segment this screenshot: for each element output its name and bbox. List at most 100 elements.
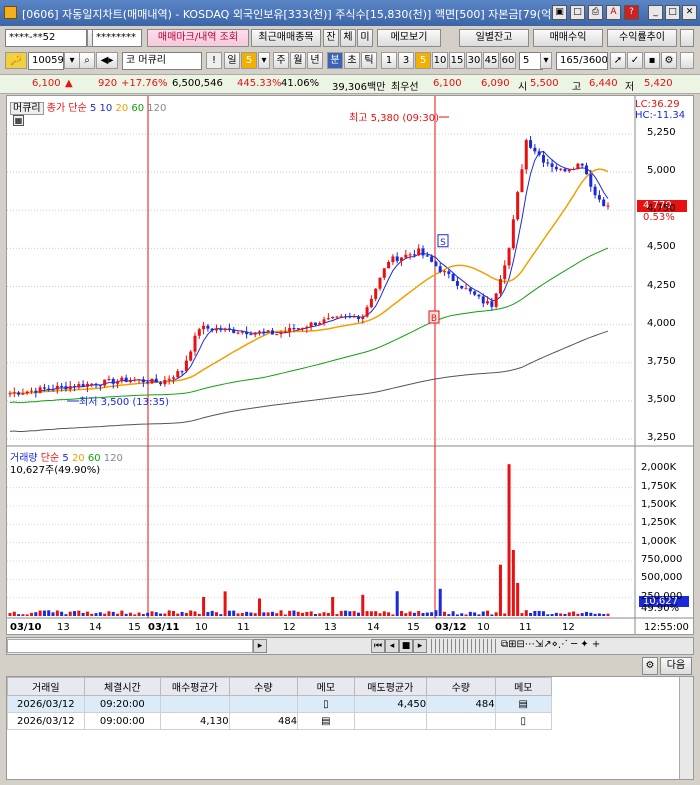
- candle-body: [593, 186, 597, 196]
- high-note: 최고 5,380 (09:30): [349, 113, 440, 124]
- recent-trades-button[interactable]: 최근매매종목: [251, 29, 321, 47]
- scrollbar-track[interactable]: [7, 639, 253, 653]
- password-field[interactable]: ********: [92, 29, 142, 47]
- stop-icon[interactable]: ■: [399, 639, 413, 653]
- candle-body: [356, 316, 360, 319]
- candle-body: [85, 383, 89, 387]
- candle-body: [21, 393, 25, 395]
- search-icon[interactable]: ⌕: [79, 52, 95, 69]
- check-icon[interactable]: ✓: [627, 52, 643, 69]
- volume-tick: 250,000: [641, 590, 683, 602]
- pin-icon[interactable]: ▣: [552, 5, 567, 20]
- minimize-button[interactable]: _: [648, 5, 663, 20]
- close-button[interactable]: ✕: [682, 5, 697, 20]
- candle-body: [270, 330, 274, 335]
- minute-30[interactable]: 30: [466, 52, 482, 69]
- minute-3[interactable]: 3: [398, 52, 414, 69]
- buy-mark-label: B: [431, 314, 437, 324]
- stock-code-input[interactable]: 100590: [28, 52, 64, 70]
- candle-body: [279, 332, 283, 335]
- memo-edit-icon[interactable]: ▤: [297, 712, 355, 730]
- zoom-slider[interactable]: [431, 639, 497, 653]
- volume-bar: [120, 610, 124, 616]
- grid-toggle-icon[interactable]: ▦: [13, 115, 24, 126]
- candle-body: [606, 205, 610, 207]
- table-row[interactable]: 2026/03/12 09:00:00 4,130 484 ▤ ▯: [7, 712, 553, 730]
- volume-bar: [249, 612, 253, 616]
- minute-5[interactable]: 5: [415, 52, 431, 69]
- font-icon[interactable]: A: [606, 5, 621, 20]
- print-icon[interactable]: ⎙: [588, 5, 603, 20]
- minute-1[interactable]: 1: [381, 52, 397, 69]
- period-year[interactable]: 년: [307, 52, 323, 69]
- data-count-field[interactable]: 165/3600: [556, 52, 608, 70]
- interval-dropdown-icon[interactable]: ▾: [540, 52, 552, 69]
- table-settings-icon[interactable]: ⚙: [642, 657, 658, 675]
- memo-doc-icon[interactable]: ▯: [297, 695, 355, 713]
- memo-doc-icon[interactable]: ▯: [494, 712, 553, 730]
- tab-che[interactable]: 체: [340, 29, 356, 47]
- minute-45[interactable]: 45: [483, 52, 499, 69]
- prev-icon[interactable]: ◂: [385, 639, 399, 653]
- candle-body: [520, 169, 524, 193]
- x-tick: 11: [237, 622, 250, 633]
- x-tick: 12: [283, 622, 296, 633]
- alert-icon[interactable]: !: [206, 52, 222, 69]
- table-row[interactable]: 2026/03/12 09:20:00 ▯ 4,450 484 ▤: [7, 695, 553, 713]
- x-tick: 10: [477, 622, 490, 633]
- help-icon[interactable]: ?: [624, 5, 639, 20]
- period-month[interactable]: 월: [290, 52, 306, 69]
- window-icon[interactable]: □: [570, 5, 585, 20]
- period-day[interactable]: 일: [224, 52, 240, 69]
- next-page-button[interactable]: 다음: [660, 657, 692, 675]
- candle-body: [378, 277, 382, 289]
- trade-profit-button[interactable]: 매매수익: [533, 29, 603, 47]
- tab-jan[interactable]: 잔: [323, 29, 339, 47]
- volume-bar: [473, 612, 477, 616]
- code-dropdown-icon[interactable]: ▾: [64, 52, 80, 69]
- period-dropdown-icon[interactable]: ▾: [258, 52, 270, 69]
- minute-15[interactable]: 15: [449, 52, 465, 69]
- volume-bar: [279, 610, 283, 616]
- checkbox[interactable]: [680, 29, 694, 47]
- account-select[interactable]: ****-**52: [5, 29, 87, 47]
- volume-bar: [412, 612, 416, 616]
- daily-balance-button[interactable]: 일별잔고: [459, 29, 529, 47]
- price-volume-chart[interactable]: SB: [7, 96, 693, 634]
- candle-body: [128, 380, 132, 382]
- period-tick[interactable]: 틱: [361, 52, 377, 69]
- memo-edit-icon[interactable]: ▤: [494, 695, 553, 713]
- save-icon[interactable]: ▪: [644, 52, 660, 69]
- chart-scroll-bar[interactable]: ▸ ⏮ ◂ ■ ▸ ⧉⊞⊟⋯⇲↗⋄⋰ ─ ✦ +: [6, 637, 694, 655]
- candle-body: [103, 379, 107, 386]
- candle-body: [567, 169, 571, 172]
- period-second[interactable]: 초: [344, 52, 360, 69]
- tab-mi[interactable]: 미: [357, 29, 373, 47]
- trade-marks-button[interactable]: 매매마크/내역 조회: [147, 29, 249, 47]
- draw-tools-icons[interactable]: ⧉⊞⊟⋯⇲↗⋄⋰ ─ ✦ +: [501, 639, 600, 650]
- minute-10[interactable]: 10: [432, 52, 448, 69]
- candle-body: [193, 335, 197, 352]
- memo-view-button[interactable]: 메모보기: [377, 29, 441, 47]
- chart-area[interactable]: SB 머큐리 종가 단순 5 10 20 60 120 ▦ LC:36.29 H…: [6, 95, 694, 635]
- x-tick: 11: [519, 622, 532, 633]
- volume-bar: [326, 612, 330, 616]
- vol-ma-120: 120: [103, 453, 123, 464]
- period-minute[interactable]: 분: [327, 52, 343, 69]
- speaker-icon[interactable]: ◀▸: [96, 52, 118, 69]
- period-day-count[interactable]: 5: [241, 52, 257, 69]
- candle-body: [537, 151, 541, 156]
- settings-icon[interactable]: ⚙: [661, 52, 677, 69]
- table-scrollbar[interactable]: [679, 677, 693, 779]
- maximize-button[interactable]: □: [665, 5, 680, 20]
- minute-60[interactable]: 60: [500, 52, 516, 69]
- next-icon[interactable]: ▸: [413, 639, 427, 653]
- return-trend-button[interactable]: 수익률추이: [607, 29, 677, 47]
- first-icon[interactable]: ⏮: [371, 639, 385, 653]
- checkbox-2[interactable]: [680, 52, 694, 69]
- scroll-right-icon[interactable]: ▸: [253, 639, 267, 653]
- arrow-icon[interactable]: ➚: [610, 52, 626, 69]
- key-icon[interactable]: 🔑: [5, 52, 27, 69]
- period-week[interactable]: 주: [273, 52, 289, 69]
- candle-body: [361, 316, 365, 319]
